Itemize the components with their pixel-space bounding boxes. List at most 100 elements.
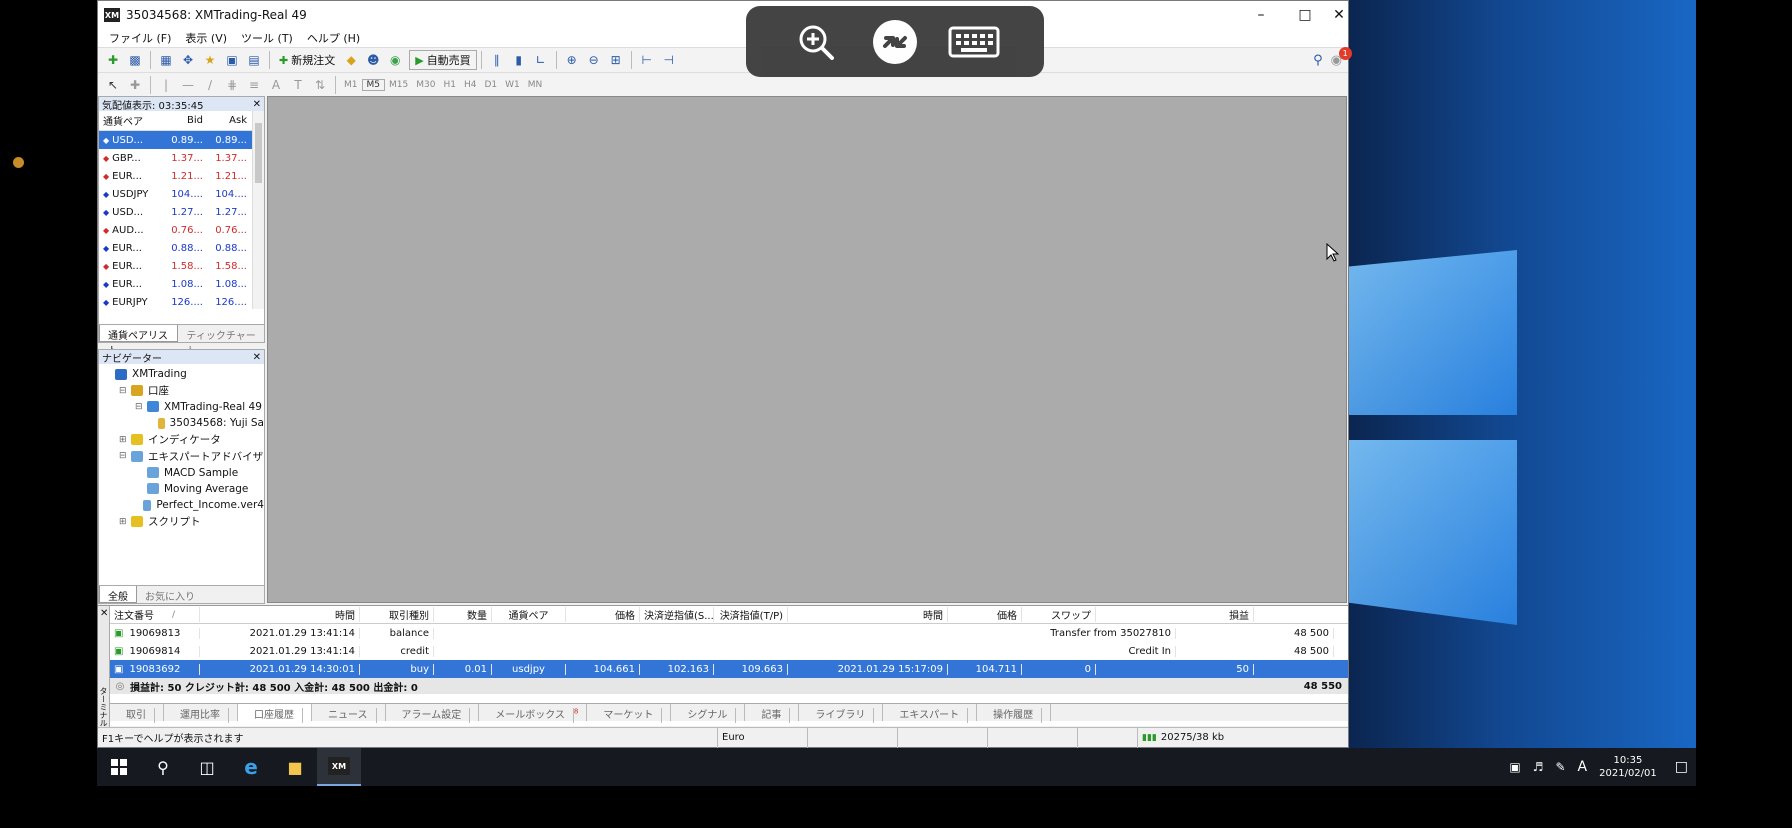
- market-watch-row[interactable]: ◆ EURJPY 126.... 126....: [99, 293, 264, 311]
- bar-chart-icon[interactable]: ∥: [486, 50, 508, 70]
- scrollbar-thumb[interactable]: [255, 123, 262, 183]
- search-icon[interactable]: ⚲: [141, 748, 185, 786]
- trendline-icon[interactable]: ∕: [199, 75, 221, 95]
- chart-shift-icon[interactable]: ⊣: [658, 50, 680, 70]
- globe-icon[interactable]: ◉: [384, 50, 406, 70]
- terminal-icon[interactable]: ▣: [221, 50, 243, 70]
- navigator-item[interactable]: Perfect_Income.ver4: [99, 497, 264, 513]
- title-bar[interactable]: XM 35034568: XMTrading-Real 49 – □ ✕: [98, 1, 1348, 29]
- column-header[interactable]: 損益: [1096, 607, 1254, 622]
- expand-toggle-icon[interactable]: ⊞: [119, 435, 131, 445]
- expand-toggle-icon[interactable]: ⊟: [135, 402, 147, 412]
- close-button[interactable]: ✕: [1327, 1, 1351, 29]
- market-watch-icon[interactable]: ▦: [155, 50, 177, 70]
- column-header[interactable]: 決済指値(T/P): [714, 607, 788, 622]
- header-bid[interactable]: Bid: [163, 115, 207, 126]
- profiles-icon[interactable]: ▩: [124, 50, 146, 70]
- navigator-item[interactable]: ⊟ エキスパートアドバイザ: [99, 448, 264, 464]
- fibo-icon[interactable]: ≡: [243, 75, 265, 95]
- file-explorer-icon[interactable]: ■: [273, 748, 317, 786]
- market-watch-row[interactable]: ◆ USDJPY 104.... 104....: [99, 185, 264, 203]
- column-header[interactable]: 価格: [566, 607, 640, 622]
- expand-toggle-icon[interactable]: ⊞: [119, 517, 131, 527]
- column-header[interactable]: 注文番号: [110, 607, 200, 622]
- mt4-taskbar-button[interactable]: XM: [317, 748, 361, 786]
- terminal-tab[interactable]: 記事: [745, 704, 800, 723]
- minimize-button[interactable]: –: [1239, 1, 1283, 29]
- search-icon[interactable]: ⚲: [1313, 53, 1323, 68]
- market-watch-row[interactable]: ◆ EUR... 1.08... 1.08...: [99, 275, 264, 293]
- terminal-tab[interactable]: 運用比率: [164, 704, 238, 723]
- tab-symbols[interactable]: 通貨ペアリスト: [99, 325, 179, 357]
- zoom-in-icon[interactable]: [790, 16, 842, 68]
- tab-tick-chart[interactable]: ティックチャート: [178, 325, 264, 357]
- terminal-tab[interactable]: ニュース: [312, 704, 386, 723]
- text-icon[interactable]: A: [265, 75, 287, 95]
- notification-bell-icon[interactable]: ◉ 1: [1331, 46, 1352, 68]
- market-watch-row[interactable]: ◆ GBP... 1.37... 1.37...: [99, 149, 264, 167]
- timeframe-m5[interactable]: M5: [361, 79, 385, 91]
- expand-toggle-icon[interactable]: ⊟: [119, 451, 131, 461]
- action-center-icon[interactable]: □: [1675, 759, 1688, 775]
- column-header[interactable]: 時間: [788, 607, 948, 622]
- label-icon[interactable]: T: [287, 75, 309, 95]
- channel-icon[interactable]: ⋕: [221, 75, 243, 95]
- column-header[interactable]: 通貨ペア: [492, 607, 566, 622]
- navigator-item[interactable]: ⊞ スクリプト: [99, 514, 264, 530]
- timeframe-m15[interactable]: M15: [385, 80, 412, 90]
- close-terminal-button[interactable]: ✕: [100, 608, 108, 619]
- terminal-tab[interactable]: アラーム設定: [386, 704, 480, 723]
- terminal-tab[interactable]: 取引: [110, 704, 164, 723]
- column-header[interactable]: 決済逆指値(S...: [640, 607, 714, 622]
- keyboard-icon[interactable]: [948, 16, 1000, 68]
- market-watch-row[interactable]: ◆ EUR... 1.21... 1.21...: [99, 167, 264, 185]
- expand-toggle-icon[interactable]: ⊟: [119, 386, 131, 396]
- close-panel-button[interactable]: ✕: [250, 352, 264, 363]
- navigator-item[interactable]: ⊟ 口座: [99, 382, 264, 398]
- expert-icon[interactable]: ◆: [340, 50, 362, 70]
- terminal-tab[interactable]: エキスパート: [883, 704, 978, 723]
- navigator-item[interactable]: MACD Sample: [99, 464, 264, 480]
- cursor-icon[interactable]: ↖: [102, 75, 124, 95]
- ie-browser-icon[interactable]: e: [229, 748, 273, 786]
- market-watch-row[interactable]: ◆ EUR... 0.88... 0.88...: [99, 239, 264, 257]
- terminal-tab[interactable]: マーケット: [587, 704, 672, 723]
- menu-help[interactable]: ヘルプ (H): [300, 30, 367, 46]
- volume-icon[interactable]: ♬: [1533, 760, 1544, 774]
- navigator-item[interactable]: ⊟ XMTrading-Real 49: [99, 399, 264, 415]
- terminal-tab[interactable]: 口座履歴: [238, 704, 312, 723]
- tile-windows-icon[interactable]: ⊞: [605, 50, 627, 70]
- market-watch-row[interactable]: ◆ USD... 1.27... 1.27...: [99, 203, 264, 221]
- header-ask[interactable]: Ask: [207, 115, 251, 126]
- menu-view[interactable]: 表示 (V): [178, 30, 234, 46]
- vertical-line-icon[interactable]: |: [155, 75, 177, 95]
- scrollbar[interactable]: [252, 111, 264, 309]
- history-row[interactable]: ▣ 19069813 2021.01.29 13:41:14 balance Trans…: [110, 624, 1348, 642]
- remote-connection-icon[interactable]: [869, 16, 921, 68]
- horizontal-line-icon[interactable]: —: [177, 75, 199, 95]
- column-header[interactable]: 時間: [200, 607, 360, 622]
- column-header[interactable]: 取引種別: [360, 607, 434, 622]
- market-watch-row[interactable]: ◆ AUD... 0.76... 0.76...: [99, 221, 264, 239]
- tab-general[interactable]: 全般: [99, 586, 137, 603]
- line-chart-icon[interactable]: ∟: [530, 50, 552, 70]
- market-watch-row[interactable]: ◆ USD... 0.89... 0.89...: [99, 131, 264, 149]
- terminal-tab[interactable]: 操作履歴: [977, 704, 1052, 723]
- history-row[interactable]: ▣ 19069814 2021.01.29 13:41:14 credit Credit…: [110, 642, 1348, 660]
- new-chart-icon[interactable]: ✚: [102, 50, 124, 70]
- navigator-item[interactable]: Moving Average: [99, 481, 264, 497]
- start-button[interactable]: [97, 748, 141, 786]
- terminal-tab[interactable]: シグナル: [671, 704, 746, 723]
- navigator-item[interactable]: ⊞ インディケータ: [99, 432, 264, 448]
- timeframe-h1[interactable]: H1: [439, 80, 460, 90]
- column-header[interactable]: 数量: [434, 607, 492, 622]
- header-symbol[interactable]: 通貨ペア: [99, 113, 163, 128]
- timeframe-d1[interactable]: D1: [480, 80, 501, 90]
- menu-tools[interactable]: ツール (T): [234, 30, 300, 46]
- column-header[interactable]: 価格: [948, 607, 1022, 622]
- auto-trade-button[interactable]: ▶ 自動売買: [409, 50, 477, 70]
- maximize-button[interactable]: □: [1283, 1, 1327, 29]
- crosshair-icon[interactable]: ✚: [124, 75, 146, 95]
- pen-icon[interactable]: ✎: [1555, 760, 1565, 774]
- terminal-tab[interactable]: メールボックス 8: [479, 704, 588, 723]
